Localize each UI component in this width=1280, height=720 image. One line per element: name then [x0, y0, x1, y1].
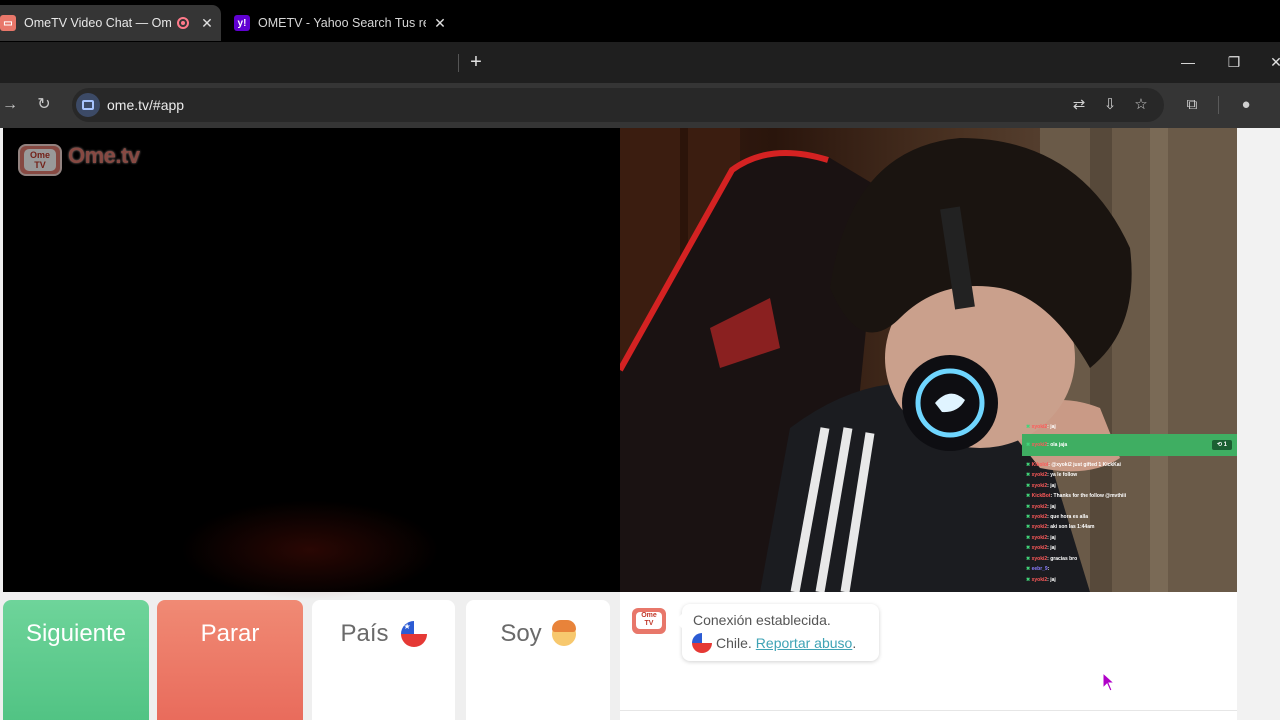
tab-title: OMETV - Yahoo Search Tus resu — [258, 16, 426, 30]
partner-country: Chile. — [716, 635, 752, 651]
overlay-line: ✖ xyoki2: jaj — [1026, 504, 1056, 510]
report-abuse-link[interactable]: Reportar abuso — [756, 635, 853, 651]
address-bar[interactable] — [72, 88, 1164, 122]
ometv-avatar-icon: Ome TV — [632, 604, 666, 634]
close-icon[interactable]: ✕ — [1266, 52, 1280, 72]
close-tab-icon[interactable]: ✕ — [199, 15, 215, 32]
connection-status: Conexión establecida. — [693, 612, 831, 628]
overlay-line: ✖ xyoki2: ola jaja — [1026, 442, 1068, 448]
screen: ▭ OmeTV Video Chat — Ome ✕ y! OMETV - Ya… — [0, 0, 1280, 720]
tv-icon: Ome TV — [16, 136, 64, 176]
chile-flag-icon: ★ — [400, 621, 427, 647]
translate-icon[interactable]: ⇄ — [1069, 95, 1089, 115]
overlay-line: ✖ xyoki2: gracias bro — [1026, 556, 1078, 562]
chat-message: Conexión establecida. Chile. Reportar ab… — [674, 604, 879, 661]
tab-ometv[interactable]: ▭ OmeTV Video Chat — Ome ✕ — [0, 5, 221, 41]
extensions-icon[interactable]: ⧉ — [1182, 95, 1202, 115]
bookmark-star-icon[interactable]: ☆ — [1131, 95, 1151, 115]
overlay-line: ✖ xyoki2: jaj — [1026, 545, 1056, 551]
tab-yahoo[interactable]: y! OMETV - Yahoo Search Tus resu ✕ — [224, 5, 454, 41]
tab-title: OmeTV Video Chat — Ome — [24, 16, 171, 30]
overlay-line: ✖ xyoki2: jaj — [1026, 535, 1056, 541]
report-period: . — [852, 635, 857, 651]
ometv-favicon: ▭ — [0, 15, 16, 31]
overlay-line: ✖ xyoki2: jaj — [1026, 424, 1056, 430]
viewer-badge: ⟲ 1 — [1212, 440, 1232, 450]
plus-icon[interactable]: + — [466, 52, 486, 72]
stream-chat-overlay: ⟲ 1 ✖ xyoki2: jaj ✖ xyoki2: ola jaja ✖ K… — [1022, 422, 1237, 592]
yahoo-favicon: y! — [234, 15, 250, 31]
gender-label: Soy — [500, 620, 542, 647]
gender-selector[interactable]: Soy — [466, 600, 610, 720]
overlay-line: ✖ xyoki2: jaj — [1026, 577, 1056, 583]
reload-icon[interactable]: ↻ — [34, 95, 54, 115]
site-info-icon[interactable] — [76, 93, 100, 117]
restore-icon[interactable]: ❐ — [1224, 52, 1244, 72]
stop-button-label: Parar — [200, 620, 260, 647]
overlay-line: ✖ xyoki2: aki son las 1:44am — [1026, 524, 1095, 530]
boy-icon — [551, 620, 576, 646]
tab-strip — [0, 42, 1280, 83]
next-button[interactable]: Siguiente — [3, 600, 149, 720]
page-right-margin — [1237, 128, 1280, 720]
mouse-cursor-icon — [1102, 672, 1116, 692]
overlay-line: ✖ eebr_9: — [1026, 566, 1050, 572]
chile-flag-icon — [692, 633, 712, 653]
stop-button[interactable]: Parar — [157, 600, 303, 720]
chat-input-divider — [620, 710, 1237, 711]
overlay-line: ✖ Kikolol: @xyoki2 just gifted 1 KickKai — [1026, 462, 1121, 468]
overlay-line: ✖ xyoki2: ya le follow — [1026, 472, 1078, 478]
forward-icon[interactable]: → — [0, 95, 20, 115]
install-app-icon[interactable]: ⇩ — [1100, 95, 1120, 115]
overlay-line: ✖ xyoki2: que hora es alla — [1026, 514, 1089, 520]
minimize-icon[interactable]: — — [1178, 52, 1198, 72]
country-selector[interactable]: País ★ — [312, 600, 455, 720]
country-label: País — [340, 620, 389, 647]
profile-icon[interactable]: ● — [1236, 95, 1256, 115]
local-video-glow — [180, 500, 440, 600]
logo-text: Ome.tv — [68, 143, 140, 168]
overlay-line: ✖ xyoki2: jaj — [1026, 483, 1056, 489]
toolbar-separator — [1218, 96, 1219, 114]
ometv-logo: Ome TV Ome.tv — [16, 136, 140, 176]
tab-separator — [458, 54, 459, 72]
url-text[interactable]: ome.tv/#app — [107, 97, 184, 113]
close-tab-icon[interactable]: ✕ — [432, 15, 448, 32]
overlay-line: ✖ KickBot: Thanks for the follow @mvthii… — [1026, 493, 1127, 499]
recording-icon — [177, 17, 189, 29]
next-button-label: Siguiente — [25, 620, 127, 647]
